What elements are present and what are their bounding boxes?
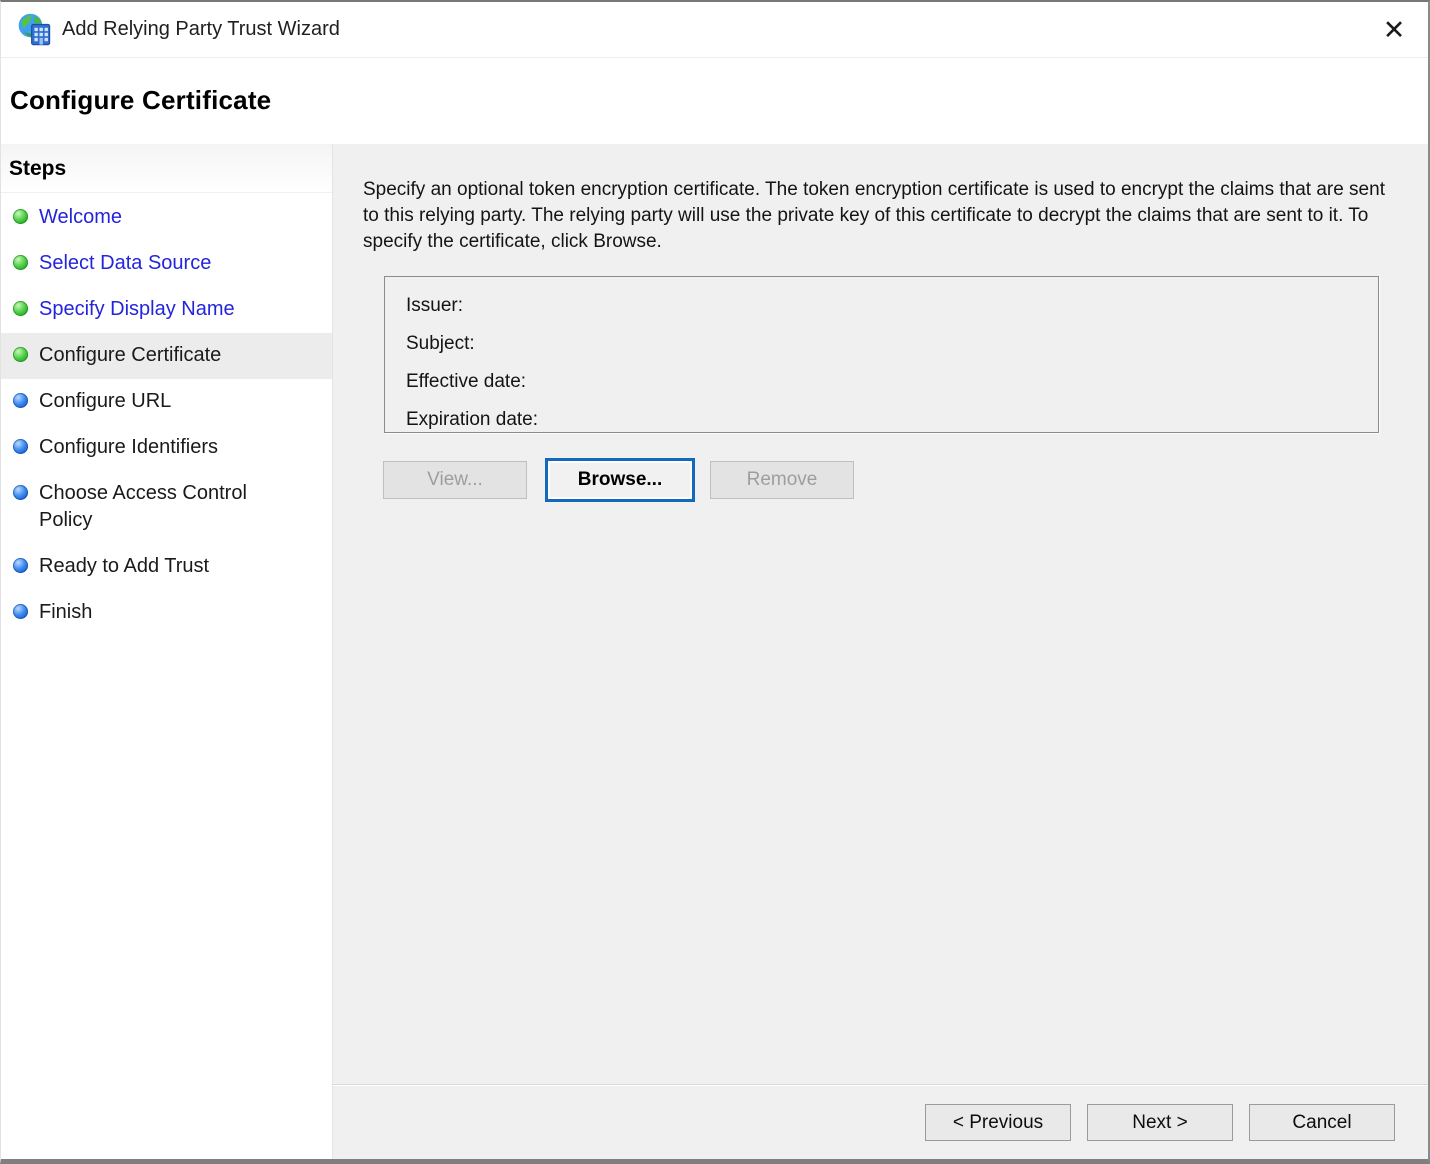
- sidebar-item-label: Specify Display Name: [39, 296, 235, 323]
- sidebar-item-label: Configure URL: [39, 388, 171, 415]
- sidebar-item-label: Finish: [39, 599, 92, 626]
- previous-button[interactable]: < Previous: [925, 1104, 1071, 1141]
- page-title: Configure Certificate: [10, 85, 271, 116]
- certificate-field-label: Issuer:: [406, 295, 463, 316]
- certificate-field-label: Effective date:: [406, 371, 526, 392]
- next-button[interactable]: Next >: [1087, 1104, 1233, 1141]
- step-completed-icon: [13, 347, 28, 362]
- step-completed-icon: [13, 255, 28, 270]
- page-header: Configure Certificate: [1, 58, 1428, 143]
- certificate-field-issuer: Issuer:: [406, 287, 1378, 325]
- step-upcoming-icon: [13, 485, 28, 500]
- certificate-field-subject: Subject:: [406, 325, 1378, 363]
- step-completed-icon: [13, 301, 28, 316]
- steps-list: Welcome Select Data Source Specify Displ…: [1, 193, 332, 636]
- certificate-details-box: Issuer: Subject: Effective date: Expirat…: [384, 276, 1379, 433]
- sidebar-item-label: Ready to Add Trust: [39, 553, 209, 580]
- step-upcoming-icon: [13, 439, 28, 454]
- certificate-actions: View... Browse... Remove: [383, 458, 1428, 502]
- sidebar-item-finish: Finish: [1, 590, 332, 636]
- instruction-text: Specify an optional token encryption cer…: [363, 177, 1400, 255]
- wizard-window: Add Relying Party Trust Wizard ✕ Configu…: [0, 0, 1430, 1164]
- view-button[interactable]: View...: [383, 461, 527, 499]
- step-upcoming-icon: [13, 393, 28, 408]
- sidebar-item-select-data-source[interactable]: Select Data Source: [1, 241, 332, 287]
- sidebar-item-configure-identifiers: Configure Identifiers: [1, 425, 332, 471]
- adfs-wizard-icon: [17, 12, 53, 48]
- sidebar-item-welcome[interactable]: Welcome: [1, 195, 332, 241]
- certificate-field-expiration-date: Expiration date:: [406, 401, 1378, 439]
- certificate-field-effective-date: Effective date:: [406, 363, 1378, 401]
- sidebar-item-label: Select Data Source: [39, 250, 211, 277]
- sidebar-item-specify-display-name[interactable]: Specify Display Name: [1, 287, 332, 333]
- step-completed-icon: [13, 209, 28, 224]
- sidebar-item-label: Choose Access Control Policy: [39, 480, 287, 534]
- certificate-field-label: Expiration date:: [406, 409, 538, 430]
- step-upcoming-icon: [13, 604, 28, 619]
- close-icon[interactable]: ✕: [1374, 10, 1414, 50]
- cancel-button[interactable]: Cancel: [1249, 1104, 1395, 1141]
- sidebar-item-label: Configure Certificate: [39, 342, 221, 369]
- title-bar: Add Relying Party Trust Wizard ✕: [1, 2, 1428, 58]
- sidebar-item-label: Configure Identifiers: [39, 434, 218, 461]
- browse-button[interactable]: Browse...: [545, 458, 695, 502]
- content-area: Steps Welcome Select Data Source Specify…: [1, 144, 1428, 1159]
- steps-heading: Steps: [1, 144, 332, 193]
- sidebar-item-configure-certificate: Configure Certificate: [1, 333, 332, 379]
- step-upcoming-icon: [13, 558, 28, 573]
- wizard-footer: < Previous Next > Cancel: [333, 1084, 1428, 1159]
- window-title: Add Relying Party Trust Wizard: [62, 18, 340, 41]
- sidebar-item-choose-access-control-policy: Choose Access Control Policy: [1, 471, 332, 544]
- steps-sidebar: Steps Welcome Select Data Source Specify…: [1, 144, 333, 1159]
- sidebar-item-configure-url: Configure URL: [1, 379, 332, 425]
- sidebar-item-ready-to-add-trust: Ready to Add Trust: [1, 544, 332, 590]
- certificate-field-label: Subject:: [406, 333, 475, 354]
- sidebar-item-label: Welcome: [39, 204, 122, 231]
- main-panel: Specify an optional token encryption cer…: [333, 144, 1428, 1159]
- remove-button[interactable]: Remove: [710, 461, 854, 499]
